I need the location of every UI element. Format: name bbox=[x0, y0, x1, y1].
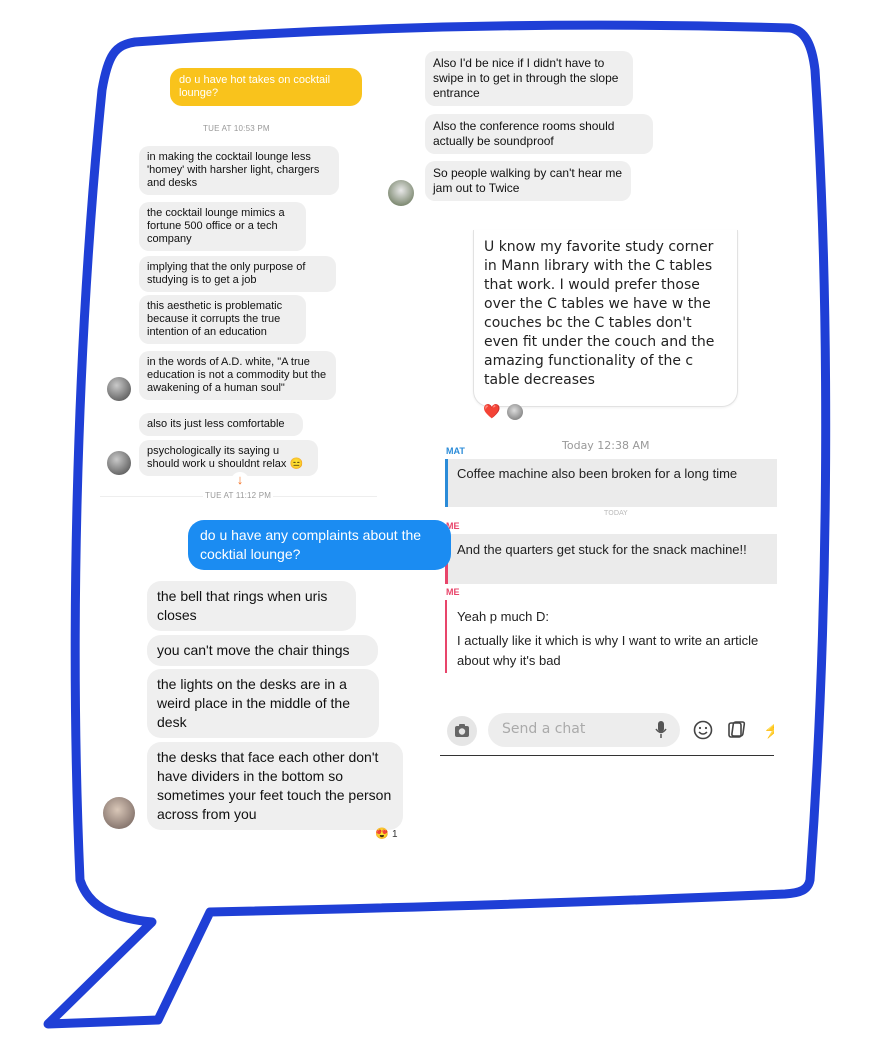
today-label: TODAY bbox=[604, 509, 628, 517]
divider bbox=[440, 755, 774, 756]
avatar[interactable] bbox=[388, 180, 414, 206]
chat-message: I actually like it which is why I want t… bbox=[457, 633, 759, 668]
incoming-message: the desks that face each other don't hav… bbox=[147, 742, 403, 830]
incoming-message: in the words of A.D. white, "A true educ… bbox=[139, 351, 336, 400]
timestamp: Today 12:38 AM bbox=[562, 439, 650, 452]
avatar[interactable] bbox=[103, 797, 135, 829]
chat-input-placeholder: Send a chat bbox=[502, 721, 586, 737]
chat-message: And the quarters get stuck for the snack… bbox=[457, 542, 747, 557]
incoming-message: So people walking by can't hear me jam o… bbox=[425, 161, 631, 201]
outgoing-message: do u have any complaints about the cockt… bbox=[188, 520, 451, 570]
camera-button[interactable] bbox=[447, 716, 477, 746]
incoming-message: in making the cocktail lounge less 'home… bbox=[139, 146, 339, 195]
incoming-message: this aesthetic is problematic because it… bbox=[139, 295, 306, 344]
microphone-icon[interactable] bbox=[654, 720, 668, 740]
bitmoji-icon[interactable]: ⚡ bbox=[763, 720, 774, 742]
camera-icon bbox=[455, 724, 469, 737]
sender-name: MAT bbox=[446, 446, 465, 456]
chat-message: Coffee machine also been broken for a lo… bbox=[457, 466, 738, 481]
avatar[interactable] bbox=[107, 377, 131, 401]
incoming-message: also its just less comfortable bbox=[139, 413, 303, 436]
timestamp: TUE AT 11:12 PM bbox=[203, 491, 274, 500]
love-reaction-icon[interactable]: 😍 bbox=[375, 827, 389, 840]
incoming-message: implying that the only purpose of studyi… bbox=[139, 256, 336, 292]
reaction-count: 1 bbox=[392, 829, 398, 840]
chat-message: Yeah p much D: bbox=[457, 609, 550, 624]
reaction-avatar[interactable] bbox=[507, 404, 523, 420]
incoming-message: U know my favorite study corner in Mann … bbox=[473, 230, 738, 407]
scroll-down-arrow-icon[interactable]: ↓ bbox=[231, 472, 249, 490]
emoji-icon[interactable] bbox=[692, 719, 714, 741]
incoming-message: you can't move the chair things bbox=[147, 635, 378, 666]
incoming-message: psychologically its saying u should work… bbox=[139, 440, 318, 476]
timestamp: TUE AT 10:53 PM bbox=[203, 124, 270, 133]
avatar[interactable] bbox=[107, 451, 131, 475]
heart-reaction-icon[interactable]: ❤️ bbox=[483, 403, 500, 420]
incoming-message: the lights on the desks are in a weird p… bbox=[147, 669, 379, 738]
incoming-message: the cocktail lounge mimics a fortune 500… bbox=[139, 202, 306, 251]
outgoing-message: do u have hot takes on cocktail lounge? bbox=[170, 68, 362, 106]
incoming-message: Also I'd be nice if I didn't have to swi… bbox=[425, 51, 633, 106]
sticker-icon[interactable] bbox=[726, 719, 748, 741]
incoming-message: Also the conference rooms should actuall… bbox=[425, 114, 653, 154]
incoming-message: the bell that rings when uris closes bbox=[147, 581, 356, 631]
message-row-border bbox=[445, 600, 447, 673]
sender-name: ME bbox=[446, 587, 460, 597]
